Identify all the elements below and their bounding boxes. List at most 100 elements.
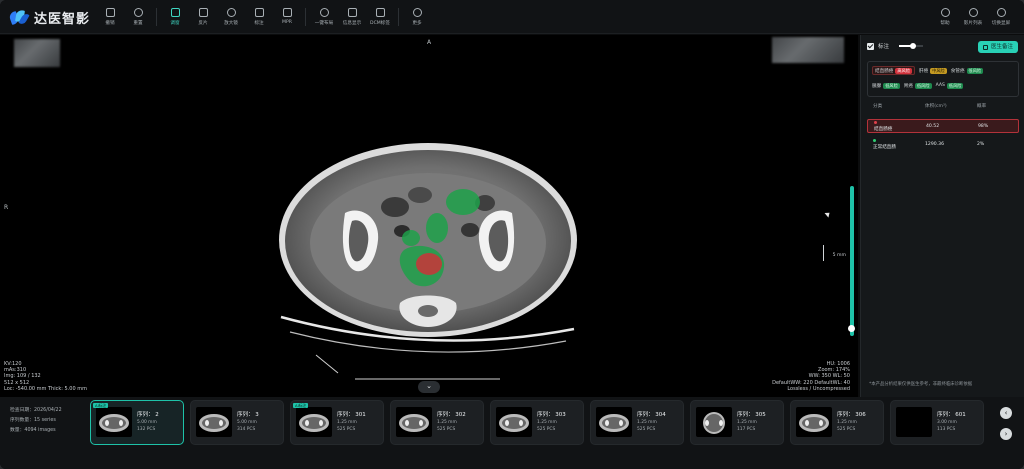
tool-button-3[interactable]: 反片 [191,6,215,30]
risk-chip[interactable]: AAS 低风险 [936,81,964,90]
result-name: 结直肠癌 [874,126,893,132]
result-row[interactable]: 结直肠癌 40.52 98% [867,119,1019,133]
overlay-bottom-left: KV:120 mAs:310 Img: 109 / 132 512 x 512 … [4,361,87,392]
header-volume: 体积(cm³) [925,104,947,109]
tool-button-0[interactable]: 撤销 [98,6,122,30]
logo-icon [8,8,30,26]
tool-label: 撤销 [105,21,115,26]
label-toggle-row: 标注 [867,42,924,50]
status-dot-icon [873,138,876,142]
series-thickness: 1.25 mm [437,420,457,425]
result-row[interactable]: 正常结直肠 1290.36 2% [867,137,1019,151]
tool-button-6[interactable]: MPR [275,6,299,30]
series-count: 117 PCS [737,427,756,432]
image-viewport[interactable]: A R KV:120 mAs:310 Img: 109 / 132 512 x … [0,35,858,397]
tool-button-4[interactable]: 放大镜 [219,6,243,30]
tool-label: MPR [282,20,292,25]
chevron-left-icon: ‹ [1004,409,1008,417]
prev-series-button[interactable]: ‹ [1000,407,1012,419]
series-meta: 序列： 304 1.25 mm 525 PCS [637,411,666,433]
thumbnail-image [599,414,629,432]
risk-level-badge: 低风险 [966,67,984,74]
series-thumbnail[interactable]: 序列： 304 1.25 mm 525 PCS [590,400,684,445]
series-count: 15 series [34,418,56,423]
risk-summary: 结直肠癌 高风险 肝癌 中风险 食管癌 低风险 胰腺 低风险 胃癌 低风险 AAS 低风险 [867,61,1019,97]
opacity-slider[interactable] [899,43,924,49]
tool-button-1[interactable]: 重置 [126,6,150,30]
series-count: 525 PCS [837,427,856,432]
series-thickness: 5.00 mm [137,420,157,425]
toolbar-separator [305,8,306,26]
series-thumbnail[interactable]: 序列： 302 1.25 mm 525 PCS [390,400,484,445]
result-volume: 40.52 [926,123,940,129]
series-thumbnail[interactable]: 序列： 601 3.00 mm 113 PCS [890,400,984,445]
series-thickness: 1.25 mm [637,420,657,425]
opacity-slider-knob[interactable] [910,43,917,49]
tool-button-9[interactable]: DCM标签 [368,6,392,30]
right-tool-button-1[interactable]: 影片列表 [962,6,984,30]
layout-icon [319,8,329,17]
chevron-right-icon: › [1004,430,1008,438]
thumbnail-image [199,414,229,432]
scale-label: 5 mm [832,253,846,258]
risk-chip[interactable]: 肝癌 中风险 [919,66,947,75]
doctor-note-button[interactable]: 医生备注 [977,41,1018,53]
risk-chip[interactable]: 胰腺 低风险 [872,81,900,90]
series-meta: 序列： 3 5.00 mm 314 PCS [237,411,259,433]
label-checkbox[interactable] [867,42,874,50]
series-number: 序列： 302 [437,412,466,418]
status-dot-icon [874,120,877,124]
series-thumbnail[interactable]: 序列： 305 1.25 mm 117 PCS [690,400,784,445]
series-thumbnail[interactable]: 序列： 306 1.25 mm 525 PCS [790,400,884,445]
tool-button-8[interactable]: 信息显示 [340,6,364,30]
slice-scrollbar[interactable] [850,186,854,336]
series-count: 525 PCS [337,427,356,432]
tool-label: 反片 [198,21,208,26]
next-series-button[interactable]: › [1000,428,1012,440]
normal-colon-segment [446,189,480,215]
annotate-icon [254,8,264,17]
study-date-label: 检查日期： [10,408,34,413]
app-window: 达医智影 撤销 重置 调窗 反片 放大镜 标注 MPR 一键布局 信息显示 DCM标签 更多 帮助影… [0,0,1024,469]
risk-chip[interactable]: 胃癌 低风险 [904,81,932,90]
ai-badge: AI标注 [93,403,109,408]
tool-label: 切换显屏 [991,21,1011,26]
risk-row: 胰腺 低风险 胃癌 低风险 AAS 低风险 [872,81,1014,90]
series-count: 314 PCS [237,427,256,432]
series-thumbnail[interactable]: 序列： 303 1.25 mm 525 PCS [490,400,584,445]
series-thumbnail[interactable]: AI标注 序列： 301 1.25 mm 525 PCS [290,400,384,445]
tool-label: 调窗 [170,21,180,26]
series-number: 序列： 3 [237,412,259,418]
header-category: 分类 [873,104,883,109]
risk-level-badge: 低风险 [883,82,900,89]
overlay-default-ww-wl: DefaultWW: 220 DefaultWL: 40 [772,379,850,386]
series-thumbnail[interactable]: 序列： 3 5.00 mm 314 PCS [190,400,284,445]
thumbnail-frame [596,407,632,437]
risk-chip[interactable]: 结直肠癌 高风险 [872,66,915,75]
result-table-header: 分类 体积(cm³) 概率 [873,103,1013,109]
help-icon [940,8,950,17]
expand-strip-button[interactable]: ⌄ [418,381,440,393]
mpr-icon [282,8,292,17]
result-probability: 98% [978,123,989,129]
thumbnail-frame [696,407,732,437]
risk-chip[interactable]: 食管癌 低风险 [951,66,984,75]
tool-button-10[interactable]: 更多 [405,6,429,30]
tool-label: 帮助 [940,21,950,26]
series-count-label: 序列数量： [10,418,34,423]
risk-name: 胃癌 [903,83,913,89]
tool-button-5[interactable]: 标注 [247,6,271,30]
undo-icon [105,8,115,17]
tool-button-2[interactable]: 调窗 [163,6,187,30]
thumbnail-frame [96,407,132,437]
thumbnail-frame [796,407,832,437]
tool-button-7[interactable]: 一键布局 [312,6,336,30]
series-thumbnail[interactable]: AI标注 序列： 2 5.00 mm 132 PCS [90,400,184,445]
right-tool-button-2[interactable]: 切换显屏 [990,6,1012,30]
study-info: 检查日期：2026/04/22 序列数量：15 series 数量：4094 i… [10,406,62,436]
toolbar-tools: 撤销 重置 调窗 反片 放大镜 标注 MPR 一键布局 信息显示 DCM标签 更多 [98,6,433,30]
overlay-bottom-right: HU: 1006 Zoom: 174% WW: 350 WL: 50 Defau… [772,361,850,392]
right-tool-button-0[interactable]: 帮助 [934,6,956,30]
slice-scroll-handle[interactable] [848,325,855,332]
image-count-label: 数量： [10,428,25,433]
